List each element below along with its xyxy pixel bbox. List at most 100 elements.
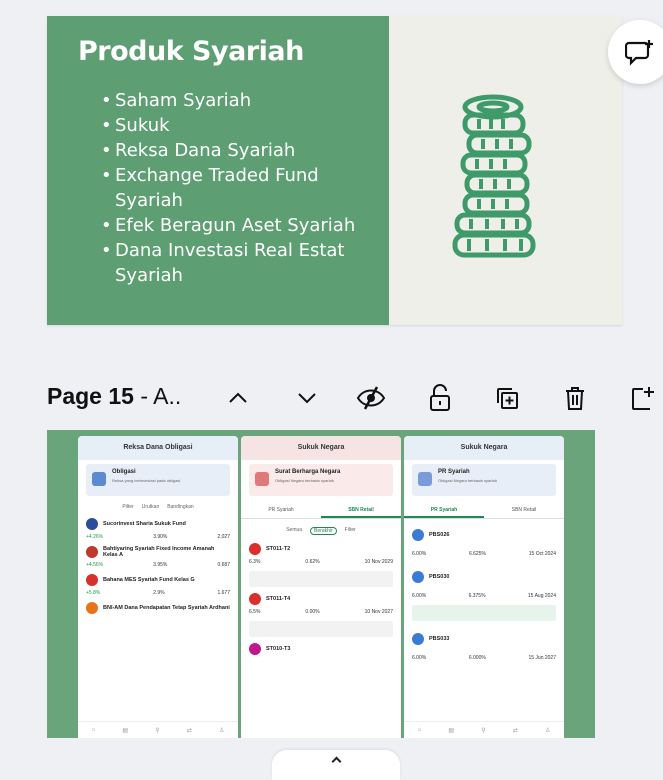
fund-logo-icon <box>86 574 98 586</box>
list-item: Bahtiyaring Syariah Fixed Income Amanah … <box>86 546 230 568</box>
tab: PR Syariah <box>268 507 294 513</box>
bank-icon <box>418 472 432 486</box>
slide-bullet-list: Saham Syariah Sukuk Reksa Dana Syariah E… <box>101 88 371 288</box>
filter-row: Pilter Urutkan Bandingkan <box>78 504 238 510</box>
fund-name: Bahtiyaring Syariah Fixed Income Amanah … <box>103 546 215 558</box>
bond-date: 15 Oct 2024 <box>528 551 556 557</box>
slide-bullet: Reksa Dana Syariah <box>101 138 371 163</box>
phone-screenshot: Sukuk Negara PR Syariah Obligasi Negara … <box>404 436 564 738</box>
slide-14-thumbnail[interactable]: Produk Syariah Saham Syariah Sukuk Reksa… <box>47 16 622 325</box>
eye-off-icon <box>356 386 386 410</box>
bond-logo-icon <box>412 633 424 645</box>
delete-page-button[interactable] <box>558 381 592 415</box>
fund-value: 3.95% <box>153 562 168 568</box>
phone-hero-card: Surat Berharga Negara Obligasi Negara be… <box>249 464 393 496</box>
bond-name: PBS030 <box>429 574 450 580</box>
add-comment-button[interactable] <box>608 20 663 84</box>
bond-logo-icon <box>249 543 261 555</box>
bond-rate: 0.62% <box>305 559 320 565</box>
bond-yield: 6.00% <box>412 655 427 661</box>
bond-logo-icon <box>412 571 424 583</box>
list-item: PBS033 6.00% 6.000% 15 Jun 2027 <box>412 633 556 661</box>
filter-chip: Semua <box>286 527 303 533</box>
period-info-box <box>249 571 393 587</box>
bond-name: ST011-T4 <box>266 596 291 602</box>
list-item: ST011-T2 6.3% 0.62% 10 Nov 2029 <box>249 543 393 565</box>
slide-bullet: Exchange Traded Fund Syariah <box>101 163 371 213</box>
add-page-button[interactable] <box>625 381 659 415</box>
page-drawer-handle[interactable] <box>272 750 400 780</box>
filter-row: Semua Berakhir Filter <box>241 527 401 535</box>
tab-active: SBN Retail <box>321 502 401 518</box>
hero-subtitle: Reksa yang berinvestasi pada obligasi <box>112 478 181 483</box>
move-page-up-button[interactable] <box>221 381 255 415</box>
notice-box <box>412 605 556 621</box>
bond-date: 15 Aug 2024 <box>527 593 556 599</box>
page-name-label: - A.. <box>133 383 182 409</box>
page-toolbar: Page 15 - A.. <box>47 375 663 421</box>
bond-yield: 6.3% <box>249 559 261 565</box>
fund-name: Sucorinvest Sharia Sukuk Fund <box>103 521 186 527</box>
tab-active: PR Syariah <box>404 502 484 518</box>
filter-chip: Filter <box>344 527 356 533</box>
fund-logo-icon <box>86 602 98 614</box>
hero-title: Obligasi <box>112 469 136 475</box>
fund-return: +5.8% <box>86 590 101 596</box>
phone-header: Reksa Dana Obligasi <box>78 436 238 460</box>
comment-add-icon <box>625 40 653 66</box>
phone-tabs: PR Syariah SBN Retail <box>404 502 564 519</box>
document-icon <box>92 472 106 486</box>
list-item: PBS030 6.00% 6.375% 15 Aug 2024 <box>412 571 556 599</box>
fund-value: 2.9% <box>153 590 165 596</box>
duplicate-page-button[interactable] <box>490 381 524 415</box>
fund-logo-icon <box>86 546 98 558</box>
slide-bullet: Sukuk <box>101 113 371 138</box>
list-item: ST011-T4 6.5% 0.00% 10 Nov 2027 <box>249 593 393 615</box>
move-page-down-button[interactable] <box>290 381 324 415</box>
slide-bullet: Dana Investasi Real Estat Syariah <box>101 238 371 288</box>
hide-page-button[interactable] <box>354 381 388 415</box>
hero-title: Surat Berharga Negara <box>275 469 341 475</box>
bond-date: 15 Jun 2027 <box>528 655 556 661</box>
page-15-thumbnail[interactable]: Reksa Dana Obligasi Obligasi Reksa yang … <box>47 430 595 738</box>
fund-return: +4.56% <box>86 562 104 568</box>
phone-bottom-nav: ⌂ ▤ ⚲ ⇄ ♙ <box>404 721 564 738</box>
list-item: Bahana MES Syariah Fund Kelas G +5.8% 2.9… <box>86 574 230 596</box>
bond-rate: 6.375% <box>468 593 486 599</box>
slide-title: Produk Syariah <box>78 36 304 67</box>
bond-name: ST011-T2 <box>266 546 291 552</box>
filter-chip: Urutkan <box>141 504 160 510</box>
bond-rate: 0.00% <box>305 609 320 615</box>
fund-name: BNI-AM Dana Pendapatan Tetap Syariah Ard… <box>103 605 230 611</box>
unlock-icon <box>430 384 450 411</box>
page-title[interactable]: Page 15 - A.. <box>47 383 181 410</box>
period-info-box <box>249 621 393 637</box>
bond-yield: 6.5% <box>249 609 261 615</box>
slide-bullet: Saham Syariah <box>101 88 371 113</box>
bond-date: 10 Nov 2029 <box>364 559 393 565</box>
fund-name: Bahana MES Syariah Fund Kelas G <box>103 577 195 583</box>
page-number-label: Page 15 <box>47 383 134 409</box>
bond-yield: 6.00% <box>412 593 427 599</box>
fund-value: 3.90% <box>153 534 168 540</box>
fund-aum: 2,027 <box>217 534 230 540</box>
bond-rate: 6.625% <box>468 551 486 557</box>
phone-hero-card: PR Syariah Obligasi Negara berbasis syar… <box>412 464 556 496</box>
chevron-up-icon <box>229 392 247 403</box>
hero-subtitle: Obligasi Negara berbasis syariah <box>275 478 334 483</box>
bond-yield: 6.00% <box>412 551 427 557</box>
tab: SBN Retail <box>511 507 537 513</box>
chevron-down-icon <box>298 393 316 404</box>
phone-hero-card: Obligasi Reksa yang berinvestasi pada ob… <box>86 464 230 496</box>
bond-logo-icon <box>249 643 261 655</box>
duplicate-icon <box>497 388 518 409</box>
document-icon <box>255 472 269 486</box>
hero-subtitle: Obligasi Negara berbasis syariah <box>438 478 497 483</box>
fund-aum: 0.687 <box>217 562 230 568</box>
lock-page-button[interactable] <box>423 381 457 415</box>
bond-logo-icon <box>412 529 424 541</box>
bond-name: PBS026 <box>429 532 450 538</box>
bond-name: ST010-T3 <box>266 646 291 652</box>
bond-date: 10 Nov 2027 <box>364 609 393 615</box>
fund-aum: 1.677 <box>217 590 230 596</box>
